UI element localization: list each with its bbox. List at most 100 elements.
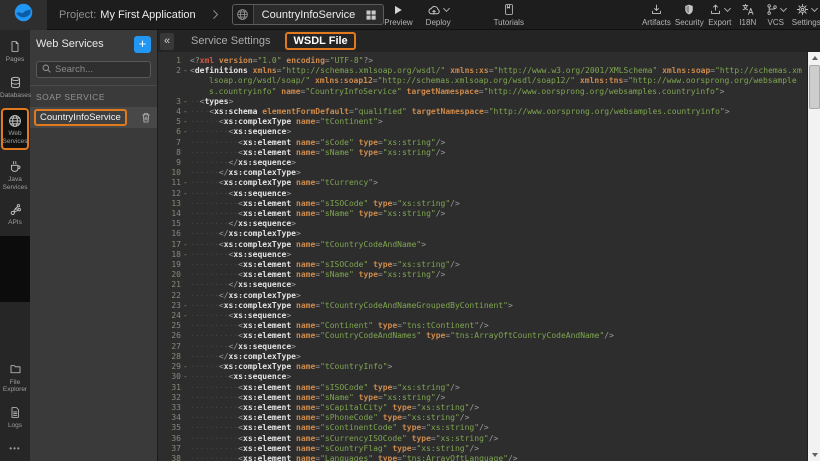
tab-service-settings[interactable]: Service Settings xyxy=(191,35,270,47)
fold-marker-icon[interactable]: - xyxy=(181,66,190,97)
code-line: 1<?xml version="1.0" encoding="UTF-8"?> xyxy=(162,56,805,66)
fold-marker-icon[interactable]: - xyxy=(181,107,190,117)
code-text: ··········<xs:element name="sCountryFlag… xyxy=(190,444,805,454)
sidebar-item-apis[interactable]: APIs xyxy=(0,200,30,229)
code-line: 11-······<xs:complexType name="tCurrency… xyxy=(162,178,805,188)
more-button[interactable]: ••• xyxy=(0,438,30,461)
settings-button[interactable]: Settings xyxy=(792,3,820,27)
code-text: ··········<xs:element name="Languages" t… xyxy=(190,454,805,461)
line-number: 30 xyxy=(162,372,181,382)
collapse-panel-button[interactable]: « xyxy=(160,33,174,50)
code-line: 24-········<xs:sequence> xyxy=(162,311,805,321)
code-text: ········<xs:sequence> xyxy=(190,372,805,382)
service-name[interactable]: CountryInfoService xyxy=(34,109,127,126)
fold-marker-icon[interactable]: - xyxy=(181,117,190,127)
fold-marker-icon[interactable]: - xyxy=(181,301,190,311)
fold-gutter xyxy=(181,56,190,66)
deploy-button[interactable]: Deploy xyxy=(426,3,451,27)
caret-down-icon xyxy=(724,4,731,11)
code-text: ······</xs:complexType> xyxy=(190,291,805,301)
line-number: 14 xyxy=(162,209,181,219)
security-button[interactable]: Security xyxy=(675,3,704,27)
section-label: SOAP SERVICE xyxy=(30,85,157,107)
code-area[interactable]: 1<?xml version="1.0" encoding="UTF-8"?>2… xyxy=(158,52,807,461)
toolbar-button-label: Deploy xyxy=(426,18,451,27)
fold-gutter xyxy=(181,219,190,229)
app-logo[interactable] xyxy=(0,0,47,30)
database-icon xyxy=(9,75,22,90)
fold-marker-icon[interactable]: - xyxy=(181,362,190,372)
code-text: ··········<xs:element name="sName" type=… xyxy=(190,209,805,219)
fold-gutter xyxy=(181,331,190,341)
open-service-tab[interactable]: CountryInfoService xyxy=(232,4,385,25)
sidebar-item-databases[interactable]: Databases xyxy=(0,73,30,102)
sidebar-item-pages[interactable]: Pages xyxy=(0,37,30,66)
scroll-up-button[interactable] xyxy=(808,52,820,64)
code-text: <definitions xmlns="http://schemas.xmlso… xyxy=(190,66,805,97)
project-name[interactable]: My First Application xyxy=(100,9,195,21)
sidebar-item-web-services[interactable]: Web Services xyxy=(1,108,29,150)
code-line: 2-<definitions xmlns="http://schemas.xml… xyxy=(162,66,805,97)
sidebar-item-file-explorer[interactable]: File Explorer xyxy=(0,360,30,396)
code-line: 15········</xs:sequence> xyxy=(162,219,805,229)
line-number: 31 xyxy=(162,383,181,393)
code-line: 19··········<xs:element name="sISOCode" … xyxy=(162,260,805,270)
tutorials-button[interactable]: Tutorials xyxy=(494,3,524,27)
line-number: 18 xyxy=(162,250,181,260)
code-text: ··········<xs:element name="sName" type=… xyxy=(190,148,805,158)
fold-marker-icon[interactable]: - xyxy=(181,189,190,199)
trash-icon[interactable] xyxy=(140,111,152,124)
code-line: 12-········<xs:sequence> xyxy=(162,189,805,199)
top-bar: Project: My First Application CountryInf… xyxy=(0,0,820,30)
code-text: ······</xs:complexType> xyxy=(190,229,805,239)
tab-wsdl-file[interactable]: WSDL File xyxy=(285,32,355,50)
fold-marker-icon[interactable]: - xyxy=(181,178,190,188)
fold-marker-icon[interactable]: - xyxy=(181,372,190,382)
service-list-item[interactable]: CountryInfoService xyxy=(30,107,157,128)
add-service-button[interactable]: + xyxy=(134,36,151,53)
sidebar-item-java-services[interactable]: Java Services xyxy=(0,157,30,193)
service-tab-bar: « Service Settings WSDL File xyxy=(158,30,820,52)
i18n-button[interactable]: I18N xyxy=(736,3,760,27)
preview-button[interactable]: Preview xyxy=(384,3,412,27)
wsdl-code-editor[interactable]: 1<?xml version="1.0" encoding="UTF-8"?>2… xyxy=(158,52,820,461)
app-window: Project: My First Application CountryInf… xyxy=(0,0,820,461)
search-input[interactable] xyxy=(55,64,146,75)
panel-title: Web Services xyxy=(36,38,134,50)
vertical-scrollbar[interactable] xyxy=(807,52,820,461)
toolbar-button-label: I18N xyxy=(739,18,756,27)
code-line: 31 ··········<xs:element name="sISOCode" … xyxy=(162,383,805,393)
fold-marker-icon[interactable]: - xyxy=(181,240,190,250)
globe-icon xyxy=(233,5,254,24)
code-text: ······<xs:complexType name="tCurrency"> xyxy=(190,178,805,188)
fold-gutter xyxy=(181,383,190,393)
rail-bottom-group: File Explorer Logs xyxy=(0,360,30,439)
open-service-tab-label: CountryInfoService xyxy=(254,5,364,24)
export-button[interactable]: Export xyxy=(708,3,732,27)
scroll-down-button[interactable] xyxy=(808,449,820,461)
line-number: 26 xyxy=(162,331,181,341)
search-box[interactable] xyxy=(36,61,151,78)
sidebar-item-logs[interactable]: Logs xyxy=(0,403,30,432)
vcs-button[interactable]: VCS xyxy=(764,3,788,27)
fold-marker-icon[interactable]: - xyxy=(181,97,190,107)
fold-gutter xyxy=(181,270,190,280)
code-line: 36··········<xs:element name="sCurrencyI… xyxy=(162,434,805,444)
project-label: Project: xyxy=(59,9,96,21)
code-line: 7··········<xs:element name="sCode" type… xyxy=(162,138,805,148)
grid-icon[interactable] xyxy=(363,5,383,24)
fold-gutter xyxy=(181,352,190,362)
artifacts-button[interactable]: Artifacts xyxy=(642,3,671,27)
toolbar-right-group: ArtifactsSecurityExport I18N VCSSettings xyxy=(642,3,820,27)
code-text: ········<xs:sequence> xyxy=(190,311,805,321)
fold-marker-icon[interactable]: - xyxy=(181,250,190,260)
fold-gutter xyxy=(181,148,190,158)
code-line: 8··········<xs:element name="sName" type… xyxy=(162,148,805,158)
fold-marker-icon[interactable]: - xyxy=(181,127,190,137)
code-text: ··········<xs:element name="sISOCode" ty… xyxy=(190,383,805,393)
caret-down-icon xyxy=(443,4,450,11)
fold-marker-icon[interactable]: - xyxy=(181,311,190,321)
scrollbar-thumb[interactable] xyxy=(809,65,820,109)
line-number: 12 xyxy=(162,189,181,199)
fold-gutter xyxy=(181,209,190,219)
